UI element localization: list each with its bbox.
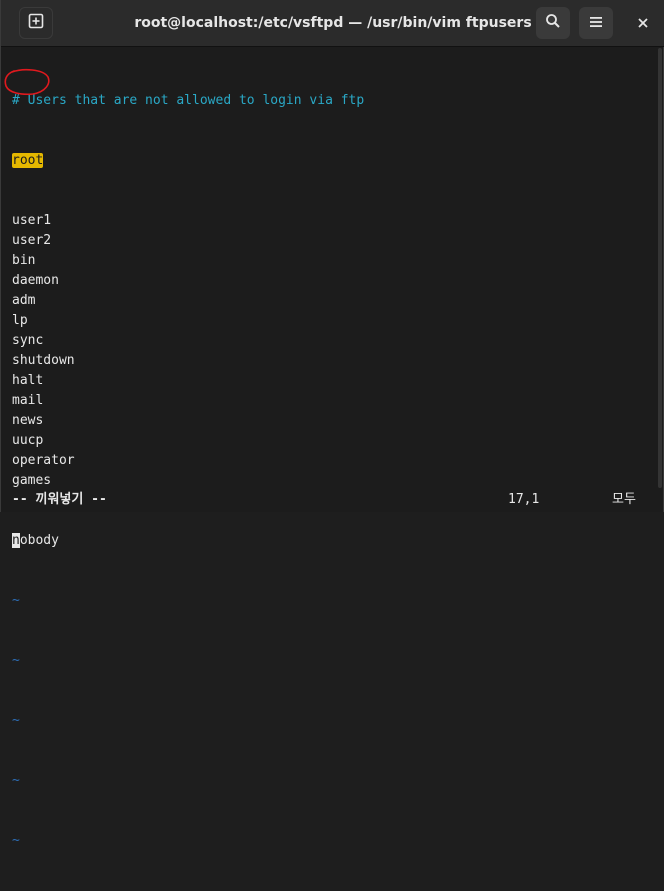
search-icon bbox=[545, 13, 561, 33]
search-button[interactable] bbox=[536, 7, 570, 39]
buffer-line-root: root bbox=[12, 151, 364, 171]
cursor-line: nobody bbox=[12, 531, 364, 551]
new-tab-button[interactable] bbox=[19, 7, 53, 39]
close-icon bbox=[637, 14, 649, 33]
window-title: root@localhost:/etc/vsftpd — /usr/bin/vi… bbox=[134, 15, 532, 31]
terminal-window: root@localhost:/etc/vsftpd — /usr/bin/vi… bbox=[0, 0, 664, 848]
buffer-line: news bbox=[12, 413, 44, 428]
buffer-line: games bbox=[12, 473, 52, 488]
empty-line-tilde: ~ bbox=[12, 773, 20, 788]
scrollbar-thumb[interactable] bbox=[658, 48, 662, 488]
title-bar: root@localhost:/etc/vsftpd — /usr/bin/vi… bbox=[1, 0, 664, 47]
empty-line-tilde: ~ bbox=[12, 713, 20, 728]
insert-mode-indicator: -- 끼워넣기 -- bbox=[12, 492, 107, 507]
vim-buffer[interactable]: # Users that are not allowed to login vi… bbox=[12, 51, 364, 891]
user-list: user1 user2 bin daemon adm lp sync shutdown halt… bbox=[12, 211, 364, 491]
new-tab-icon bbox=[28, 13, 44, 33]
hamburger-menu-icon bbox=[589, 14, 603, 33]
close-button[interactable] bbox=[629, 7, 657, 39]
empty-line-tilde: ~ bbox=[12, 833, 20, 848]
empty-line-tilde: ~ bbox=[12, 593, 20, 608]
buffer-line: adm bbox=[12, 293, 36, 308]
menu-button[interactable] bbox=[579, 7, 613, 39]
buffer-line: user2 bbox=[12, 233, 52, 248]
buffer-line: mail bbox=[12, 393, 44, 408]
vim-statusline: -- 끼워넣기 -- 17,1 모두 bbox=[12, 490, 652, 510]
buffer-line: bin bbox=[12, 253, 36, 268]
buffer-line: uucp bbox=[12, 433, 44, 448]
buffer-line: sync bbox=[12, 333, 44, 348]
buffer-line: user1 bbox=[12, 213, 52, 228]
scroll-position: 모두 bbox=[612, 492, 636, 507]
comment-line: # Users that are not allowed to login vi… bbox=[12, 93, 365, 108]
empty-line-tilde: ~ bbox=[12, 653, 20, 668]
buffer-line: halt bbox=[12, 373, 44, 388]
buffer-line: lp bbox=[12, 313, 28, 328]
buffer-line: shutdown bbox=[12, 353, 75, 368]
scrollbar[interactable] bbox=[657, 48, 663, 488]
buffer-line: operator bbox=[12, 453, 75, 468]
buffer-line: daemon bbox=[12, 273, 59, 288]
search-highlight: root bbox=[12, 153, 44, 168]
cursor-position: 17,1 bbox=[508, 492, 540, 507]
